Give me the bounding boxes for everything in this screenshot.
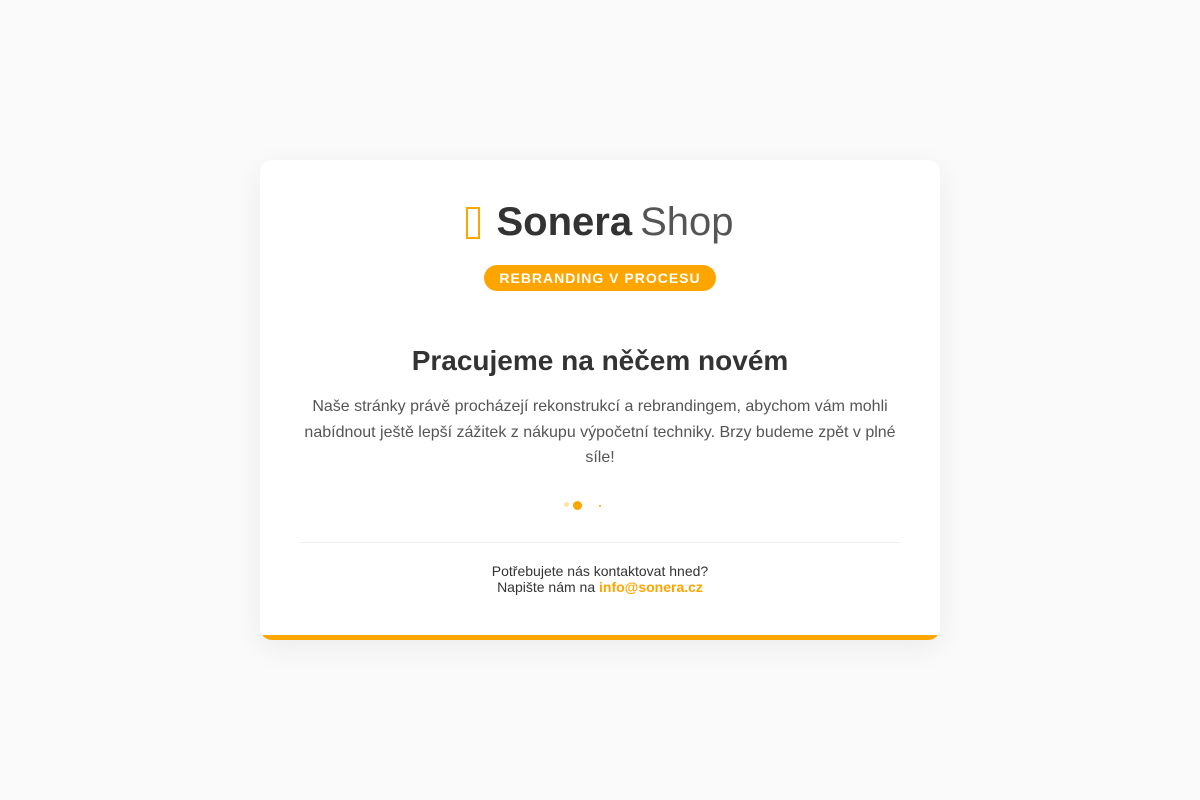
status-badge: REBRANDING V PROCESU xyxy=(484,265,716,291)
loading-dot xyxy=(599,505,601,507)
loading-dot xyxy=(564,502,569,507)
contact-question: Potřebujete nás kontaktovat hned? xyxy=(491,563,709,579)
maintenance-card: Sonera Shop REBRANDING V PROCESU Pracujem… xyxy=(260,160,940,640)
page-title: Pracujeme na něčem novém xyxy=(411,345,789,376)
page-description: Naše stránky právě procházejí rekonstruk… xyxy=(304,398,896,467)
accent-bar xyxy=(260,635,940,640)
brand-logo: Sonera Shop xyxy=(260,200,940,244)
contact-section: Potřebujete nás kontaktovat hned? Napišt… xyxy=(260,563,940,595)
store-icon xyxy=(466,207,481,239)
brand-name: Sonera xyxy=(496,200,633,244)
email-link[interactable]: info@sonera.cz xyxy=(599,579,703,595)
brand-suffix: Shop xyxy=(640,200,734,244)
contact-line: Napište nám na info@sonera.cz xyxy=(260,579,940,595)
loading-indicator xyxy=(260,496,940,516)
divider xyxy=(300,542,900,543)
loading-dot xyxy=(573,501,582,510)
contact-prompt: Napište nám na xyxy=(497,579,596,595)
badge-container: REBRANDING V PROCESU xyxy=(260,265,940,291)
